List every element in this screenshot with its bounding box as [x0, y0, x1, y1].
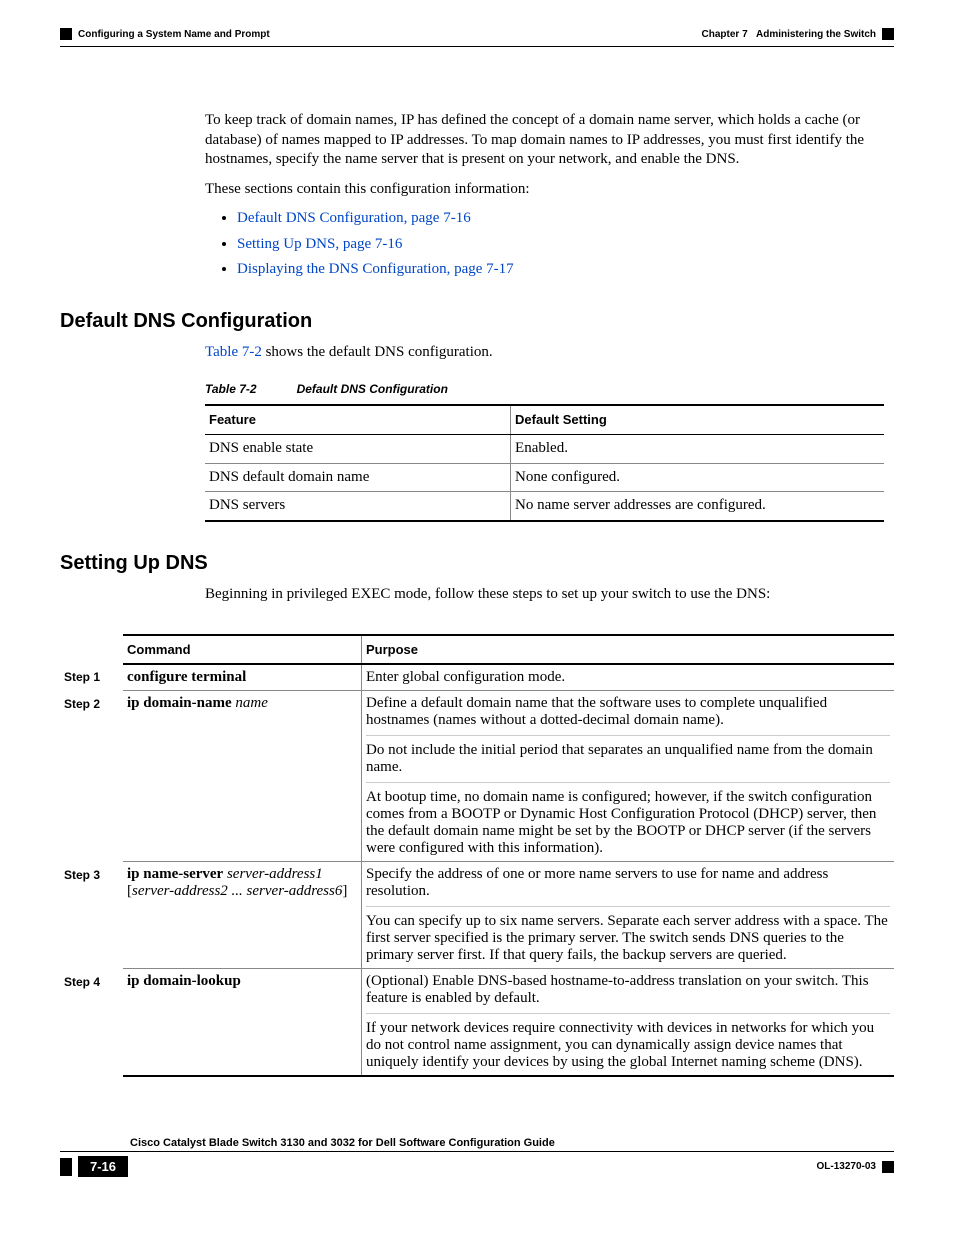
command-cell: ip name-server server-address1 [server-a…: [123, 862, 362, 969]
step-label: Step 4: [60, 969, 123, 1077]
table-row: DNS default domain name None configured.: [205, 463, 884, 492]
link[interactable]: Default DNS Configuration, page 7-16: [237, 210, 471, 226]
table-row: Step 2 ip domain-name name Define a defa…: [60, 691, 894, 862]
section-lead: Table 7-2 shows the default DNS configur…: [205, 343, 884, 363]
page-number: 7-16: [78, 1156, 128, 1177]
table-row: DNS enable state Enabled.: [205, 435, 884, 464]
footer-guide-title: Cisco Catalyst Blade Switch 3130 and 303…: [130, 1137, 894, 1151]
command-cell: ip domain-lookup: [123, 969, 362, 1077]
section-lead: Beginning in privileged EXEC mode, follo…: [205, 585, 884, 605]
table-row: Step 4 ip domain-lookup (Optional) Enabl…: [60, 969, 894, 1077]
header-marker-icon: [882, 28, 894, 40]
table-row: Step 1 configure terminal Enter global c…: [60, 664, 894, 691]
purpose-cell: (Optional) Enable DNS-based hostname-to-…: [362, 969, 895, 1077]
table-header: Command: [123, 635, 362, 664]
page-header: Configuring a System Name and Prompt Cha…: [60, 28, 894, 44]
page-footer: Cisco Catalyst Blade Switch 3130 and 303…: [60, 1137, 894, 1177]
header-section-title: Configuring a System Name and Prompt: [78, 29, 270, 40]
intro-block: To keep track of domain names, IP has de…: [205, 111, 884, 280]
footer-marker-icon: [60, 1158, 72, 1176]
purpose-cell: Define a default domain name that the so…: [362, 691, 895, 862]
intro-paragraph: These sections contain this configuratio…: [205, 180, 884, 200]
table-header: Purpose: [362, 635, 895, 664]
purpose-cell: Enter global configuration mode.: [362, 664, 895, 691]
header-marker-icon: [60, 28, 72, 40]
footer-docnum: OL-13270-03: [817, 1161, 876, 1172]
section-heading-default-dns: Default DNS Configuration: [60, 310, 894, 333]
command-cell: ip domain-name name: [123, 691, 362, 862]
intro-paragraph: To keep track of domain names, IP has de…: [205, 111, 884, 170]
footer-marker-icon: [882, 1161, 894, 1173]
command-cell: configure terminal: [123, 664, 362, 691]
header-chapter: Chapter 7 Administering the Switch: [702, 29, 876, 40]
link[interactable]: Table 7-2: [205, 344, 262, 360]
steps-table: Command Purpose Step 1 configure termina…: [60, 634, 894, 1077]
step-label: Step 1: [60, 664, 123, 691]
table-caption: Table 7-2Default DNS Configuration: [205, 382, 884, 398]
table-header: Feature: [205, 405, 511, 435]
toc-link-item: Displaying the DNS Configuration, page 7…: [237, 260, 884, 280]
table-row: Step 3 ip name-server server-address1 [s…: [60, 862, 894, 969]
section-heading-setting-up-dns: Setting Up DNS: [60, 552, 894, 575]
step-label: Step 2: [60, 691, 123, 862]
default-dns-table: Feature Default Setting DNS enable state…: [205, 404, 884, 522]
toc-link-item: Default DNS Configuration, page 7-16: [237, 209, 884, 229]
link[interactable]: Setting Up DNS, page 7-16: [237, 236, 402, 252]
table-row: DNS servers No name server addresses are…: [205, 492, 884, 521]
toc-link-item: Setting Up DNS, page 7-16: [237, 235, 884, 255]
step-label: Step 3: [60, 862, 123, 969]
purpose-cell: Specify the address of one or more name …: [362, 862, 895, 969]
link[interactable]: Displaying the DNS Configuration, page 7…: [237, 261, 514, 277]
table-header: Default Setting: [511, 405, 884, 435]
